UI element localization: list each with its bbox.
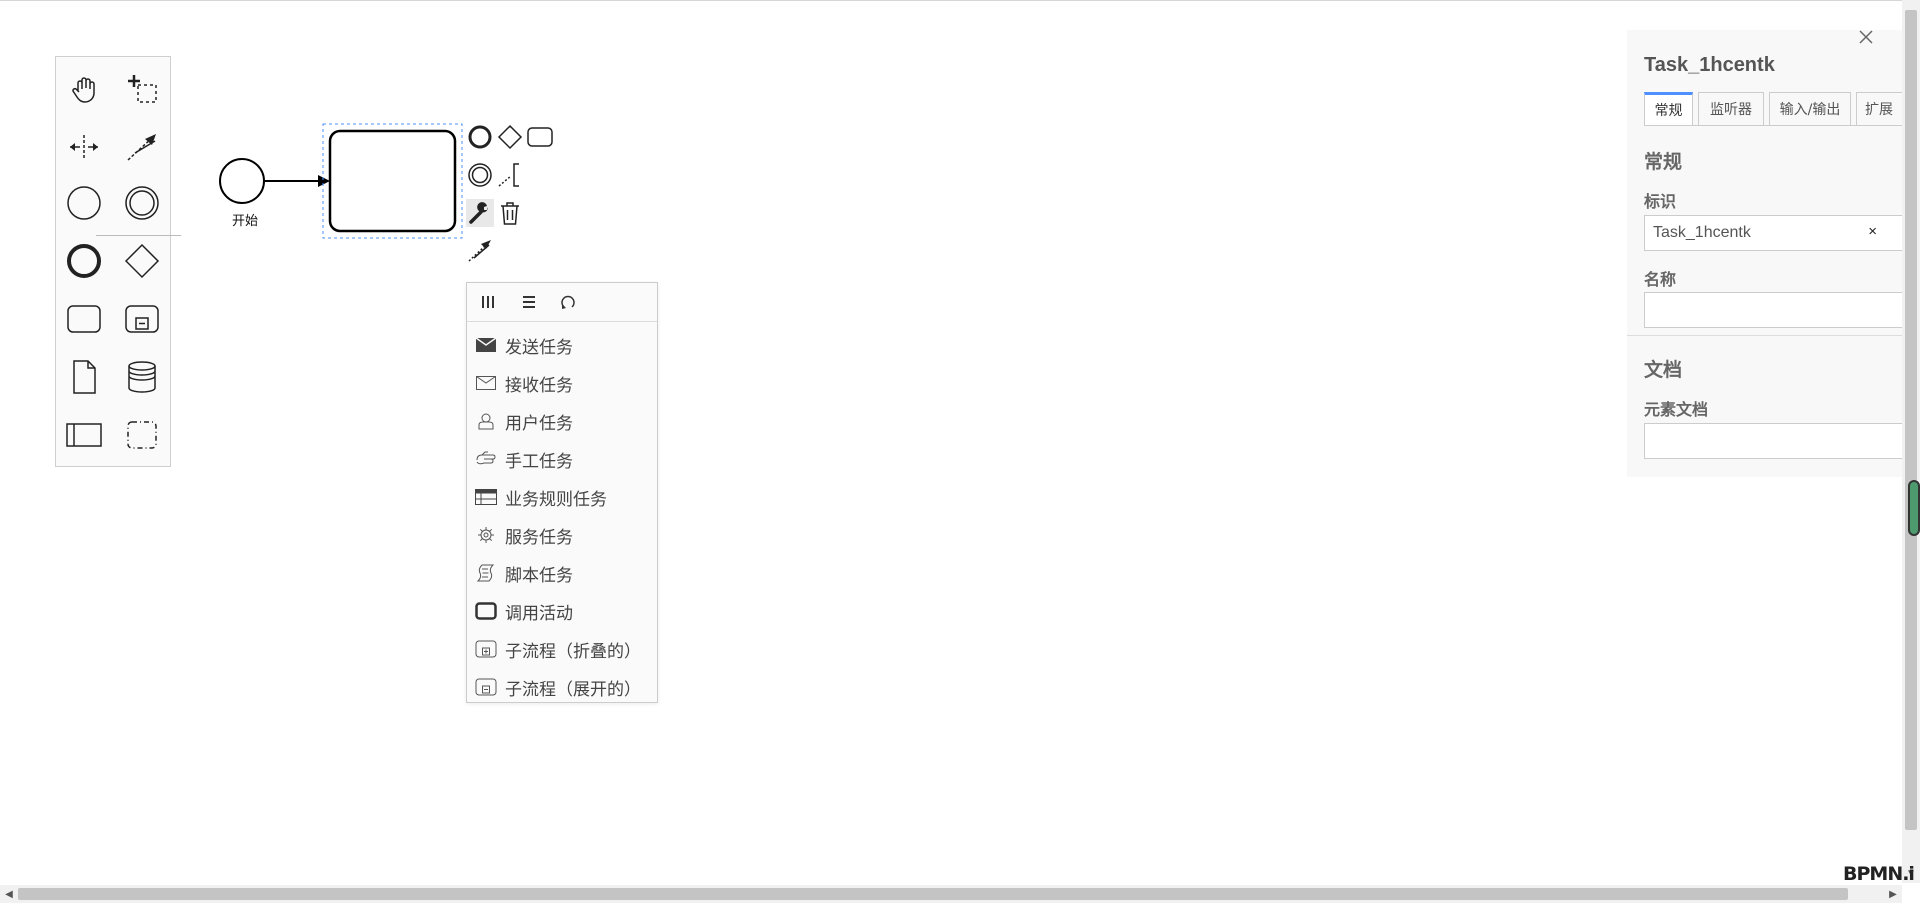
documentation-field[interactable] xyxy=(1644,423,1905,459)
group-title-general: 常规 xyxy=(1644,151,1683,173)
menu-item-label: 发送任务 xyxy=(505,337,573,358)
close-icon[interactable] xyxy=(1853,24,1879,50)
group-divider xyxy=(1627,335,1905,336)
documentation-field-label: 元素文档 xyxy=(1644,400,1709,419)
panel-resize-handle[interactable] xyxy=(1908,480,1920,536)
task-icon[interactable] xyxy=(62,297,106,341)
loop-icon[interactable] xyxy=(555,290,581,314)
menu-item-call-activity[interactable]: 调用活动 xyxy=(467,592,657,630)
palette-separator xyxy=(96,235,181,236)
call-activity-icon xyxy=(475,600,497,622)
menu-item-receive-task[interactable]: 接收任务 xyxy=(467,364,657,402)
scroll-left-arrow-icon[interactable]: ◀ xyxy=(2,887,16,901)
clear-id-button[interactable]: × xyxy=(1868,223,1877,240)
menu-item-label: 用户任务 xyxy=(505,413,573,434)
menu-item-label: 手工任务 xyxy=(505,451,573,472)
menu-item-script-task[interactable]: 脚本任务 xyxy=(467,554,657,592)
connect-icon[interactable] xyxy=(466,236,494,264)
manual-task-icon xyxy=(475,448,497,470)
menu-item-label: 调用活动 xyxy=(505,603,573,624)
participant-pool-icon[interactable] xyxy=(62,413,106,457)
end-event-icon[interactable] xyxy=(62,239,106,283)
menu-item-business-rule-task[interactable]: 业务规则任务 xyxy=(467,478,657,516)
business-rule-task-icon xyxy=(475,486,497,508)
intermediate-event-icon[interactable] xyxy=(120,181,164,225)
user-task-icon xyxy=(475,410,497,432)
menu-item-send-task[interactable]: 发送任务 xyxy=(467,326,657,364)
tab-listeners[interactable]: 监听器 xyxy=(1698,92,1764,125)
id-field[interactable]: Task_1hcentk xyxy=(1644,215,1905,251)
receive-task-icon xyxy=(475,372,497,394)
space-tool-icon[interactable] xyxy=(62,125,106,169)
menu-item-label: 子流程（折叠的） xyxy=(505,641,641,662)
vertical-scrollbar-thumb[interactable] xyxy=(1905,10,1917,830)
sequence-flow-arrow-icon xyxy=(318,175,330,187)
menu-item-label: 接收任务 xyxy=(505,375,573,396)
properties-tabs: 常规 监听器 输入/输出 扩展 xyxy=(1644,92,1905,128)
data-object-icon[interactable] xyxy=(62,355,106,399)
tabs-underline xyxy=(1644,125,1905,126)
palette xyxy=(55,56,181,467)
menu-item-label: 服务任务 xyxy=(505,527,573,548)
append-end-event-icon[interactable] xyxy=(466,123,494,151)
exclusive-gateway-icon[interactable] xyxy=(120,239,164,283)
lasso-tool-icon[interactable] xyxy=(120,67,164,111)
start-event-label: 开始 xyxy=(231,214,258,229)
name-field[interactable] xyxy=(1644,292,1905,328)
menu-item-user-task[interactable]: 用户任务 xyxy=(467,402,657,440)
menu-item-manual-task[interactable]: 手工任务 xyxy=(467,440,657,478)
menu-item-subprocess-collapsed[interactable]: 子流程（折叠的） xyxy=(467,630,657,668)
horizontal-scrollbar-thumb[interactable] xyxy=(18,888,1848,900)
task-shape[interactable] xyxy=(328,129,457,233)
menu-item-service-task[interactable]: 服务任务 xyxy=(467,516,657,554)
data-store-icon[interactable] xyxy=(120,355,164,399)
start-event[interactable] xyxy=(219,158,265,204)
start-event-icon[interactable] xyxy=(62,181,106,225)
append-task-icon[interactable] xyxy=(526,123,554,151)
delete-trash-icon[interactable] xyxy=(496,199,524,227)
bpmn-io-watermark[interactable]: BPMN.i xyxy=(1843,863,1915,885)
tab-general[interactable]: 常规 xyxy=(1644,92,1693,125)
menu-item-label: 脚本任务 xyxy=(505,565,573,586)
popup-header xyxy=(467,283,657,322)
menu-item-subprocess-expanded[interactable]: 子流程（展开的） xyxy=(467,668,657,706)
subprocess-expanded-icon[interactable] xyxy=(120,297,164,341)
id-field-label: 标识 xyxy=(1644,192,1677,211)
replace-wrench-icon[interactable] xyxy=(466,199,494,227)
script-task-icon xyxy=(475,562,497,584)
parallel-multi-instance-icon[interactable] xyxy=(475,290,501,314)
global-connect-tool-icon[interactable] xyxy=(120,125,164,169)
properties-panel-title: Task_1hcentk xyxy=(1644,54,1775,76)
group-title-documentation: 文档 xyxy=(1644,359,1683,381)
group-icon[interactable] xyxy=(120,413,164,457)
id-field-value: Task_1hcentk xyxy=(1653,224,1751,241)
append-gateway-icon[interactable] xyxy=(496,123,524,151)
tab-extensions[interactable]: 扩展 xyxy=(1856,92,1905,125)
subprocess-collapsed-icon xyxy=(475,638,497,660)
subprocess-expanded-icon xyxy=(475,676,497,698)
sequential-multi-instance-icon[interactable] xyxy=(516,290,542,314)
append-intermediate-event-icon[interactable] xyxy=(466,161,494,189)
name-field-label: 名称 xyxy=(1644,270,1677,289)
menu-item-label: 子流程（展开的） xyxy=(505,679,641,700)
scroll-right-arrow-icon[interactable]: ▶ xyxy=(1886,887,1900,901)
send-task-icon xyxy=(475,334,497,356)
menu-item-label: 业务规则任务 xyxy=(505,489,607,510)
service-task-icon xyxy=(475,524,497,546)
append-text-annotation-icon[interactable] xyxy=(496,161,524,189)
properties-panel: Task_1hcentk 常规 监听器 输入/输出 扩展 常规 标识 Task_… xyxy=(1627,30,1905,477)
replace-popup-menu: 发送任务 接收任务 用户任务 手工任务 业务规则任务 服务任务 脚本任务 调用活… xyxy=(466,282,658,703)
hand-tool-icon[interactable] xyxy=(62,67,106,111)
tab-input-output[interactable]: 输入/输出 xyxy=(1769,92,1851,125)
